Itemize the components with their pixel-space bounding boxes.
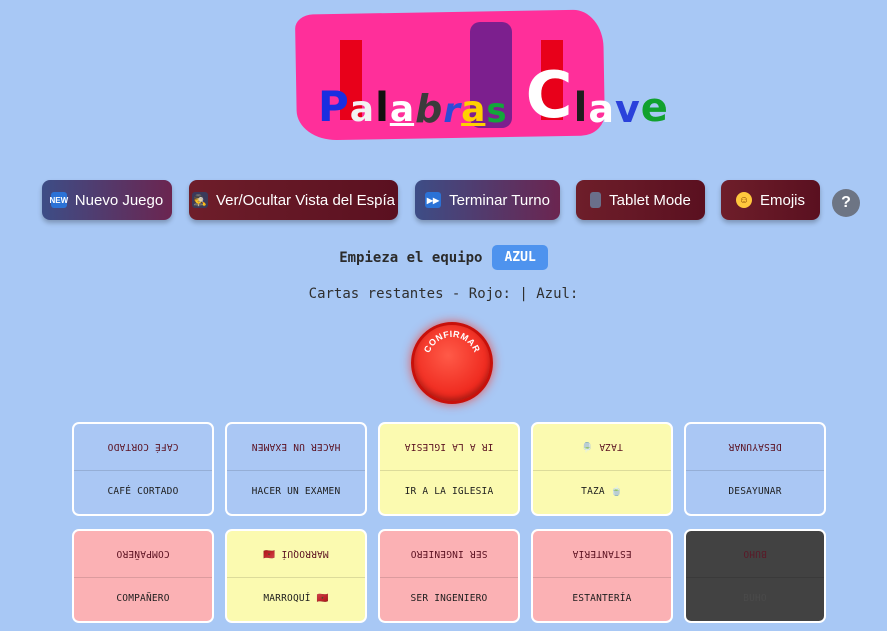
tablet-icon bbox=[590, 192, 602, 208]
tablet-mode-label: Tablet Mode bbox=[609, 191, 691, 209]
new-game-label: Nuevo Juego bbox=[74, 191, 164, 209]
logo-letter: a bbox=[349, 89, 375, 130]
card-word: DESAYUNAR bbox=[728, 485, 782, 497]
word-card[interactable]: TAZA 🍵 TAZA 🍵 bbox=[531, 422, 673, 516]
word-card[interactable]: DESAYUNAR DESAYUNAR bbox=[684, 422, 826, 516]
card-word-mirrored: SER INGENIERO bbox=[380, 531, 518, 578]
card-word-mirrored: MARROQUÍ 🇲🇦 bbox=[227, 531, 365, 578]
card-word: SER INGENIERO bbox=[410, 592, 488, 604]
fast-forward-icon: ▶▶ bbox=[425, 192, 442, 208]
new-icon: NEW bbox=[49, 192, 68, 208]
end-turn-label: Terminar Turno bbox=[449, 191, 550, 209]
word-card[interactable]: CAFÉ CORTADO CAFÉ CORTADO bbox=[72, 422, 214, 516]
logo-letter: C bbox=[525, 59, 573, 133]
confirm-label-arc: CONFIRMAR bbox=[422, 329, 482, 354]
logo-letter: l bbox=[375, 85, 389, 131]
logo-letter: b bbox=[415, 87, 443, 131]
card-word-mirrored: CAFÉ CORTADO bbox=[74, 424, 212, 471]
spy-view-label: Ver/Ocultar Vista del Espía bbox=[216, 191, 395, 209]
word-card[interactable]: SER INGENIERO SER INGENIERO bbox=[378, 529, 520, 623]
emojis-label: Emojis bbox=[759, 191, 805, 209]
card-word-mirrored: HACER UN EXAMEN bbox=[227, 424, 365, 471]
smiley-icon: ☺ bbox=[735, 192, 752, 208]
team-badge: AZUL bbox=[492, 245, 548, 270]
logo-letter: a bbox=[588, 87, 614, 131]
word-card[interactable]: IR A LA IGLESIA IR A LA IGLESIA bbox=[378, 422, 520, 516]
word-card[interactable]: COMPAÑERO COMPAÑERO bbox=[72, 529, 214, 623]
help-button[interactable]: ? bbox=[832, 189, 860, 217]
card-word-mirrored: BUHO bbox=[686, 531, 824, 578]
card-word-mirrored: TAZA 🍵 bbox=[533, 424, 671, 471]
starting-team: Empieza el equipo AZUL bbox=[0, 245, 887, 270]
card-word: TAZA 🍵 bbox=[581, 485, 623, 497]
remaining-cards-text: Cartas restantes - Rojo: | Azul: bbox=[308, 286, 579, 302]
logo-letter: s bbox=[486, 91, 507, 131]
card-word: MARROQUÍ 🇲🇦 bbox=[263, 592, 329, 604]
svg-text:CONFIRMAR: CONFIRMAR bbox=[422, 329, 482, 354]
word-card[interactable]: BUHO BUHO bbox=[684, 529, 826, 623]
card-word: HACER UN EXAMEN bbox=[251, 485, 341, 497]
end-turn-button[interactable]: ▶▶ Terminar Turno bbox=[415, 180, 560, 220]
word-card[interactable]: MARROQUÍ 🇲🇦 MARROQUÍ 🇲🇦 bbox=[225, 529, 367, 623]
emojis-button[interactable]: ☺ Emojis bbox=[721, 180, 820, 220]
card-word: CAFÉ CORTADO bbox=[107, 485, 179, 497]
tablet-mode-button[interactable]: Tablet Mode bbox=[576, 180, 705, 220]
card-word-mirrored: IR A LA IGLESIA bbox=[380, 424, 518, 471]
logo-letter: l bbox=[573, 85, 588, 131]
logo-letter: a bbox=[389, 89, 415, 130]
confirm-label: CONFIRMAR bbox=[422, 329, 482, 354]
logo-letter: v bbox=[614, 87, 640, 131]
starter-text: Empieza el equipo bbox=[339, 249, 483, 266]
logo-letter: P bbox=[318, 82, 349, 131]
spy-icon: 🕵 bbox=[192, 192, 208, 208]
card-word: ESTANTERÍA bbox=[572, 592, 632, 604]
word-card[interactable]: ESTANTERÍA ESTANTERÍA bbox=[531, 529, 673, 623]
card-word: COMPAÑERO bbox=[116, 592, 170, 604]
card-word-mirrored: DESAYUNAR bbox=[686, 424, 824, 471]
confirm-button[interactable]: CONFIRMAR bbox=[411, 322, 493, 404]
logo-letter: a bbox=[461, 89, 486, 130]
logo-title: P a l a b r a s C l a v e bbox=[318, 48, 668, 133]
logo-letter: r bbox=[443, 91, 461, 131]
card-word-mirrored: ESTANTERÍA bbox=[533, 531, 671, 578]
word-card[interactable]: HACER UN EXAMEN HACER UN EXAMEN bbox=[225, 422, 367, 516]
card-word-mirrored: COMPAÑERO bbox=[74, 531, 212, 578]
spy-view-toggle-button[interactable]: 🕵 Ver/Ocultar Vista del Espía bbox=[189, 180, 398, 220]
logo-letter: e bbox=[640, 85, 668, 131]
card-word: IR A LA IGLESIA bbox=[404, 485, 494, 497]
card-word: BUHO bbox=[743, 592, 767, 604]
new-game-button[interactable]: NEW Nuevo Juego bbox=[42, 180, 172, 220]
